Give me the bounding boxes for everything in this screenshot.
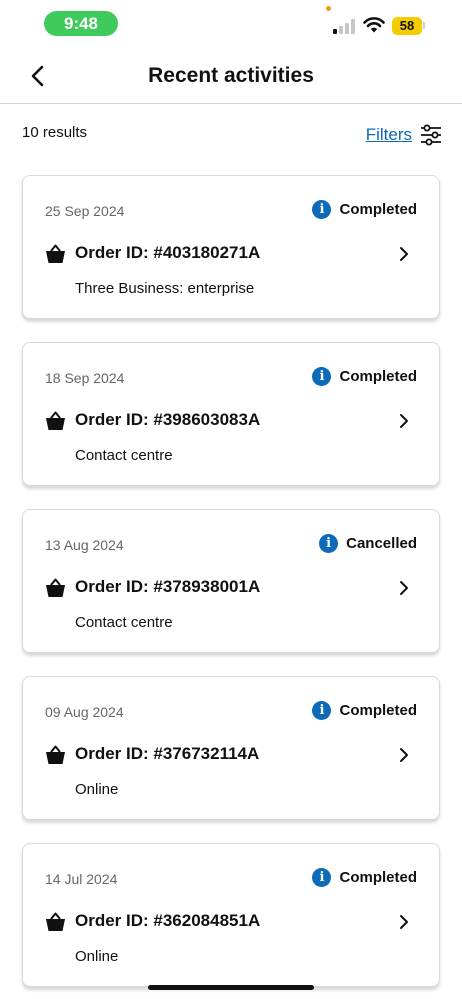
order-id: Order ID: #378938001A (75, 577, 261, 596)
status-label: Completed (339, 201, 417, 218)
status-badge: i Cancelled (319, 534, 417, 553)
status-badge: i Completed (312, 200, 417, 219)
status-label: Cancelled (346, 535, 417, 552)
activity-date: 09 Aug 2024 (45, 704, 124, 720)
app-header: Recent activities (0, 46, 462, 104)
status-label: Completed (339, 702, 417, 719)
order-id: Order ID: #362084851A (75, 911, 261, 930)
activity-channel: Three Business: enterprise (75, 280, 255, 297)
sliders-icon[interactable] (420, 124, 442, 146)
signal-icon (333, 18, 357, 34)
activity-channel: Contact centre (75, 447, 173, 464)
activity-channel: Online (75, 948, 119, 965)
info-icon: i (312, 701, 332, 720)
home-indicator (148, 985, 314, 990)
status-label: Completed (339, 368, 417, 385)
info-icon: i (312, 367, 332, 386)
basket-icon (46, 912, 65, 931)
wifi-icon (363, 17, 385, 33)
activity-channel: Online (75, 781, 119, 798)
chevron-right-icon[interactable] (397, 413, 411, 429)
basket-icon (46, 411, 65, 430)
activity-card[interactable]: 13 Aug 2024 i Cancelled Order ID: #37893… (22, 509, 440, 653)
order-id: Order ID: #376732114A (75, 744, 260, 763)
status-badge: i Completed (312, 701, 417, 720)
basket-icon (46, 578, 65, 597)
activity-card[interactable]: 09 Aug 2024 i Completed Order ID: #37673… (22, 676, 440, 820)
status-label: Completed (339, 869, 417, 886)
chevron-right-icon[interactable] (397, 246, 411, 262)
info-icon: i (312, 868, 332, 887)
order-id: Order ID: #398603083A (75, 410, 261, 429)
status-bar: 9:48 58 (0, 0, 462, 46)
status-badge: i Completed (312, 868, 417, 887)
activity-channel: Contact centre (75, 614, 173, 631)
battery-icon: 58 (392, 17, 422, 35)
privacy-indicator-dot (326, 6, 331, 11)
page-title: Recent activities (148, 64, 314, 87)
basket-icon (46, 244, 65, 263)
info-icon: i (312, 200, 332, 219)
recent-activities-screen: 9:48 58 Recent activities 10 results Fil… (0, 0, 462, 999)
chevron-right-icon[interactable] (397, 580, 411, 596)
status-badge: i Completed (312, 367, 417, 386)
chevron-right-icon[interactable] (397, 747, 411, 763)
results-count: 10 results (22, 124, 88, 141)
activity-card[interactable]: 25 Sep 2024 i Completed Order ID: #40318… (22, 175, 440, 319)
activity-card[interactable]: 14 Jul 2024 i Completed Order ID: #36208… (22, 843, 440, 987)
status-time: 9:48 (44, 11, 118, 36)
filters-button[interactable]: Filters (366, 122, 442, 148)
activity-date: 13 Aug 2024 (45, 537, 124, 553)
activity-date: 25 Sep 2024 (45, 203, 125, 219)
activity-list: 25 Sep 2024 i Completed Order ID: #40318… (22, 175, 440, 999)
battery-tip (423, 22, 425, 29)
basket-icon (46, 745, 65, 764)
chevron-right-icon[interactable] (397, 914, 411, 930)
activity-date: 14 Jul 2024 (45, 871, 118, 887)
activity-card[interactable]: 18 Sep 2024 i Completed Order ID: #39860… (22, 342, 440, 486)
filters-label[interactable]: Filters (366, 125, 412, 145)
info-icon: i (319, 534, 339, 553)
order-id: Order ID: #403180271A (75, 243, 261, 262)
activity-date: 18 Sep 2024 (45, 370, 125, 386)
